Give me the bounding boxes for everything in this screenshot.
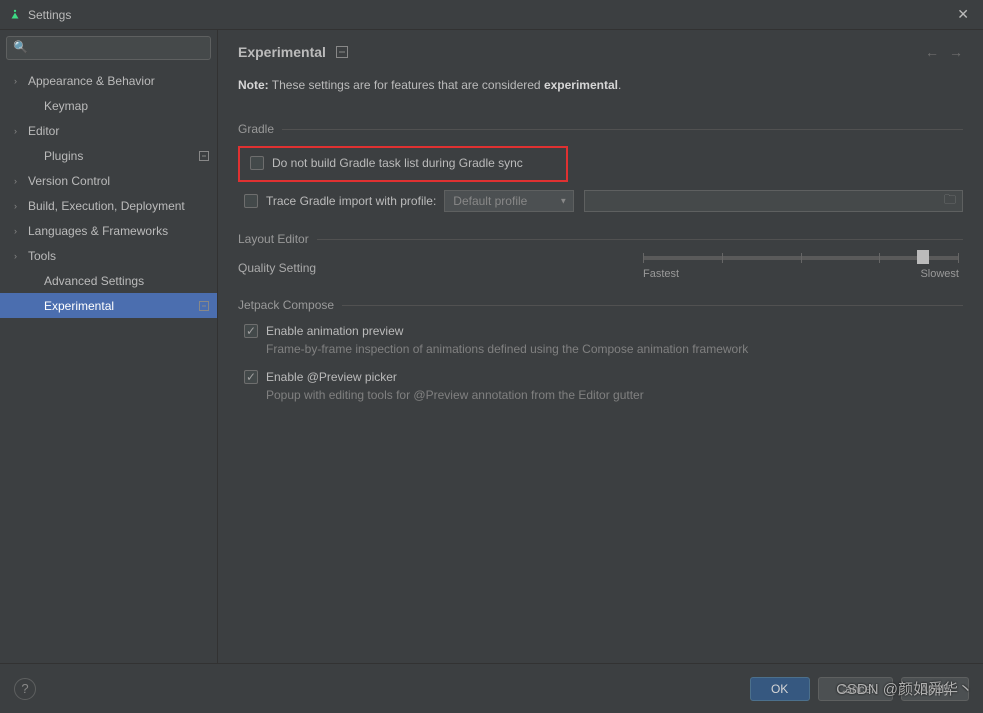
search-input[interactable]: 🔍 [6, 36, 211, 60]
gradle-opt2-label: Trace Gradle import with profile: [266, 194, 436, 208]
sidebar-item-build-execution-deployment[interactable]: ›Build, Execution, Deployment [0, 193, 217, 218]
help-button[interactable]: ? [14, 678, 36, 700]
checkbox-anim-preview[interactable] [244, 324, 258, 338]
jetpack-section: Jetpack Compose Enable animation preview… [238, 298, 963, 402]
sidebar: 🔍 ›Appearance & Behavior›Keymap›Editor›P… [0, 30, 218, 663]
sidebar-item-label: Experimental [44, 299, 114, 313]
content-panel: Experimental ← → Note: These settings ar… [218, 30, 983, 663]
sidebar-item-label: Version Control [28, 174, 110, 188]
chevron-right-icon: › [14, 176, 26, 186]
chevron-right-icon: › [14, 226, 26, 236]
jetpack-desc1: Frame-by-frame inspection of animations … [238, 342, 963, 356]
sidebar-item-version-control[interactable]: ›Version Control [0, 168, 217, 193]
sidebar-item-label: Tools [28, 249, 56, 263]
fastest-label: Fastest [643, 268, 679, 280]
search-field[interactable] [32, 41, 204, 55]
checkbox-gradle-tasklist[interactable] [250, 156, 264, 170]
separator-icon [336, 46, 348, 58]
close-icon[interactable]: ✕ [951, 6, 975, 23]
chevron-right-icon: › [14, 201, 26, 211]
sidebar-item-label: Editor [28, 124, 59, 138]
sidebar-item-label: Languages & Frameworks [28, 224, 168, 238]
apply-button[interactable]: Apply [901, 677, 969, 701]
quality-label: Quality Setting [238, 261, 316, 275]
gradle-section: Gradle Do not build Gradle task list dur… [238, 122, 963, 214]
slider-thumb[interactable] [917, 250, 929, 264]
forward-icon[interactable]: → [949, 44, 963, 60]
note-text: Note: These settings are for features th… [238, 78, 963, 92]
title-bar: Settings ✕ [0, 0, 983, 30]
chevron-right-icon: › [14, 251, 26, 261]
sidebar-item-experimental[interactable]: ›Experimental [0, 293, 217, 318]
gradle-opt1-label: Do not build Gradle task list during Gra… [272, 156, 523, 170]
jetpack-desc2: Popup with editing tools for @Preview an… [238, 388, 963, 402]
layout-label: Layout Editor [238, 232, 309, 246]
ok-button[interactable]: OK [750, 677, 810, 701]
folder-icon[interactable]: 🗀 [944, 191, 956, 212]
page-title: Experimental [238, 44, 326, 60]
jetpack-label: Jetpack Compose [238, 298, 334, 312]
window-title: Settings [28, 8, 951, 22]
separator-icon [199, 151, 209, 161]
sidebar-item-label: Advanced Settings [44, 274, 144, 288]
jetpack-opt2-label: Enable @Preview picker [266, 370, 397, 384]
chevron-down-icon: ▼ [559, 197, 567, 206]
content-header: Experimental ← → [238, 44, 963, 60]
android-studio-icon [8, 8, 22, 22]
checkbox-trace-gradle[interactable] [244, 194, 258, 208]
sidebar-item-label: Appearance & Behavior [28, 74, 155, 88]
gradle-label: Gradle [238, 122, 274, 136]
back-icon[interactable]: ← [925, 44, 939, 60]
jetpack-opt1-label: Enable animation preview [266, 324, 403, 338]
checkbox-preview-picker[interactable] [244, 370, 258, 384]
cancel-button[interactable]: Cancel [818, 677, 893, 701]
sidebar-item-keymap[interactable]: ›Keymap [0, 93, 217, 118]
sidebar-item-label: Keymap [44, 99, 88, 113]
sidebar-item-tools[interactable]: ›Tools [0, 243, 217, 268]
sidebar-item-plugins[interactable]: ›Plugins [0, 143, 217, 168]
quality-slider[interactable] [643, 256, 959, 260]
settings-tree: ›Appearance & Behavior›Keymap›Editor›Plu… [0, 64, 217, 663]
footer: ? OK Cancel Apply [0, 663, 983, 713]
search-icon: 🔍 [13, 40, 28, 54]
sidebar-item-advanced-settings[interactable]: ›Advanced Settings [0, 268, 217, 293]
chevron-right-icon: › [14, 76, 26, 86]
chevron-right-icon: › [14, 126, 26, 136]
slowest-label: Slowest [920, 268, 959, 280]
profile-select[interactable]: Default profile ▼ [444, 190, 574, 212]
layout-editor-section: Layout Editor Quality Setting Fastest Sl… [238, 232, 963, 280]
separator-icon [199, 301, 209, 311]
sidebar-item-languages-frameworks[interactable]: ›Languages & Frameworks [0, 218, 217, 243]
highlighted-option: Do not build Gradle task list during Gra… [238, 146, 568, 182]
sidebar-item-label: Plugins [44, 149, 83, 163]
sidebar-item-label: Build, Execution, Deployment [28, 199, 185, 213]
sidebar-item-appearance-behavior[interactable]: ›Appearance & Behavior [0, 68, 217, 93]
profile-path-input[interactable]: 🗀 [584, 190, 963, 212]
sidebar-item-editor[interactable]: ›Editor [0, 118, 217, 143]
